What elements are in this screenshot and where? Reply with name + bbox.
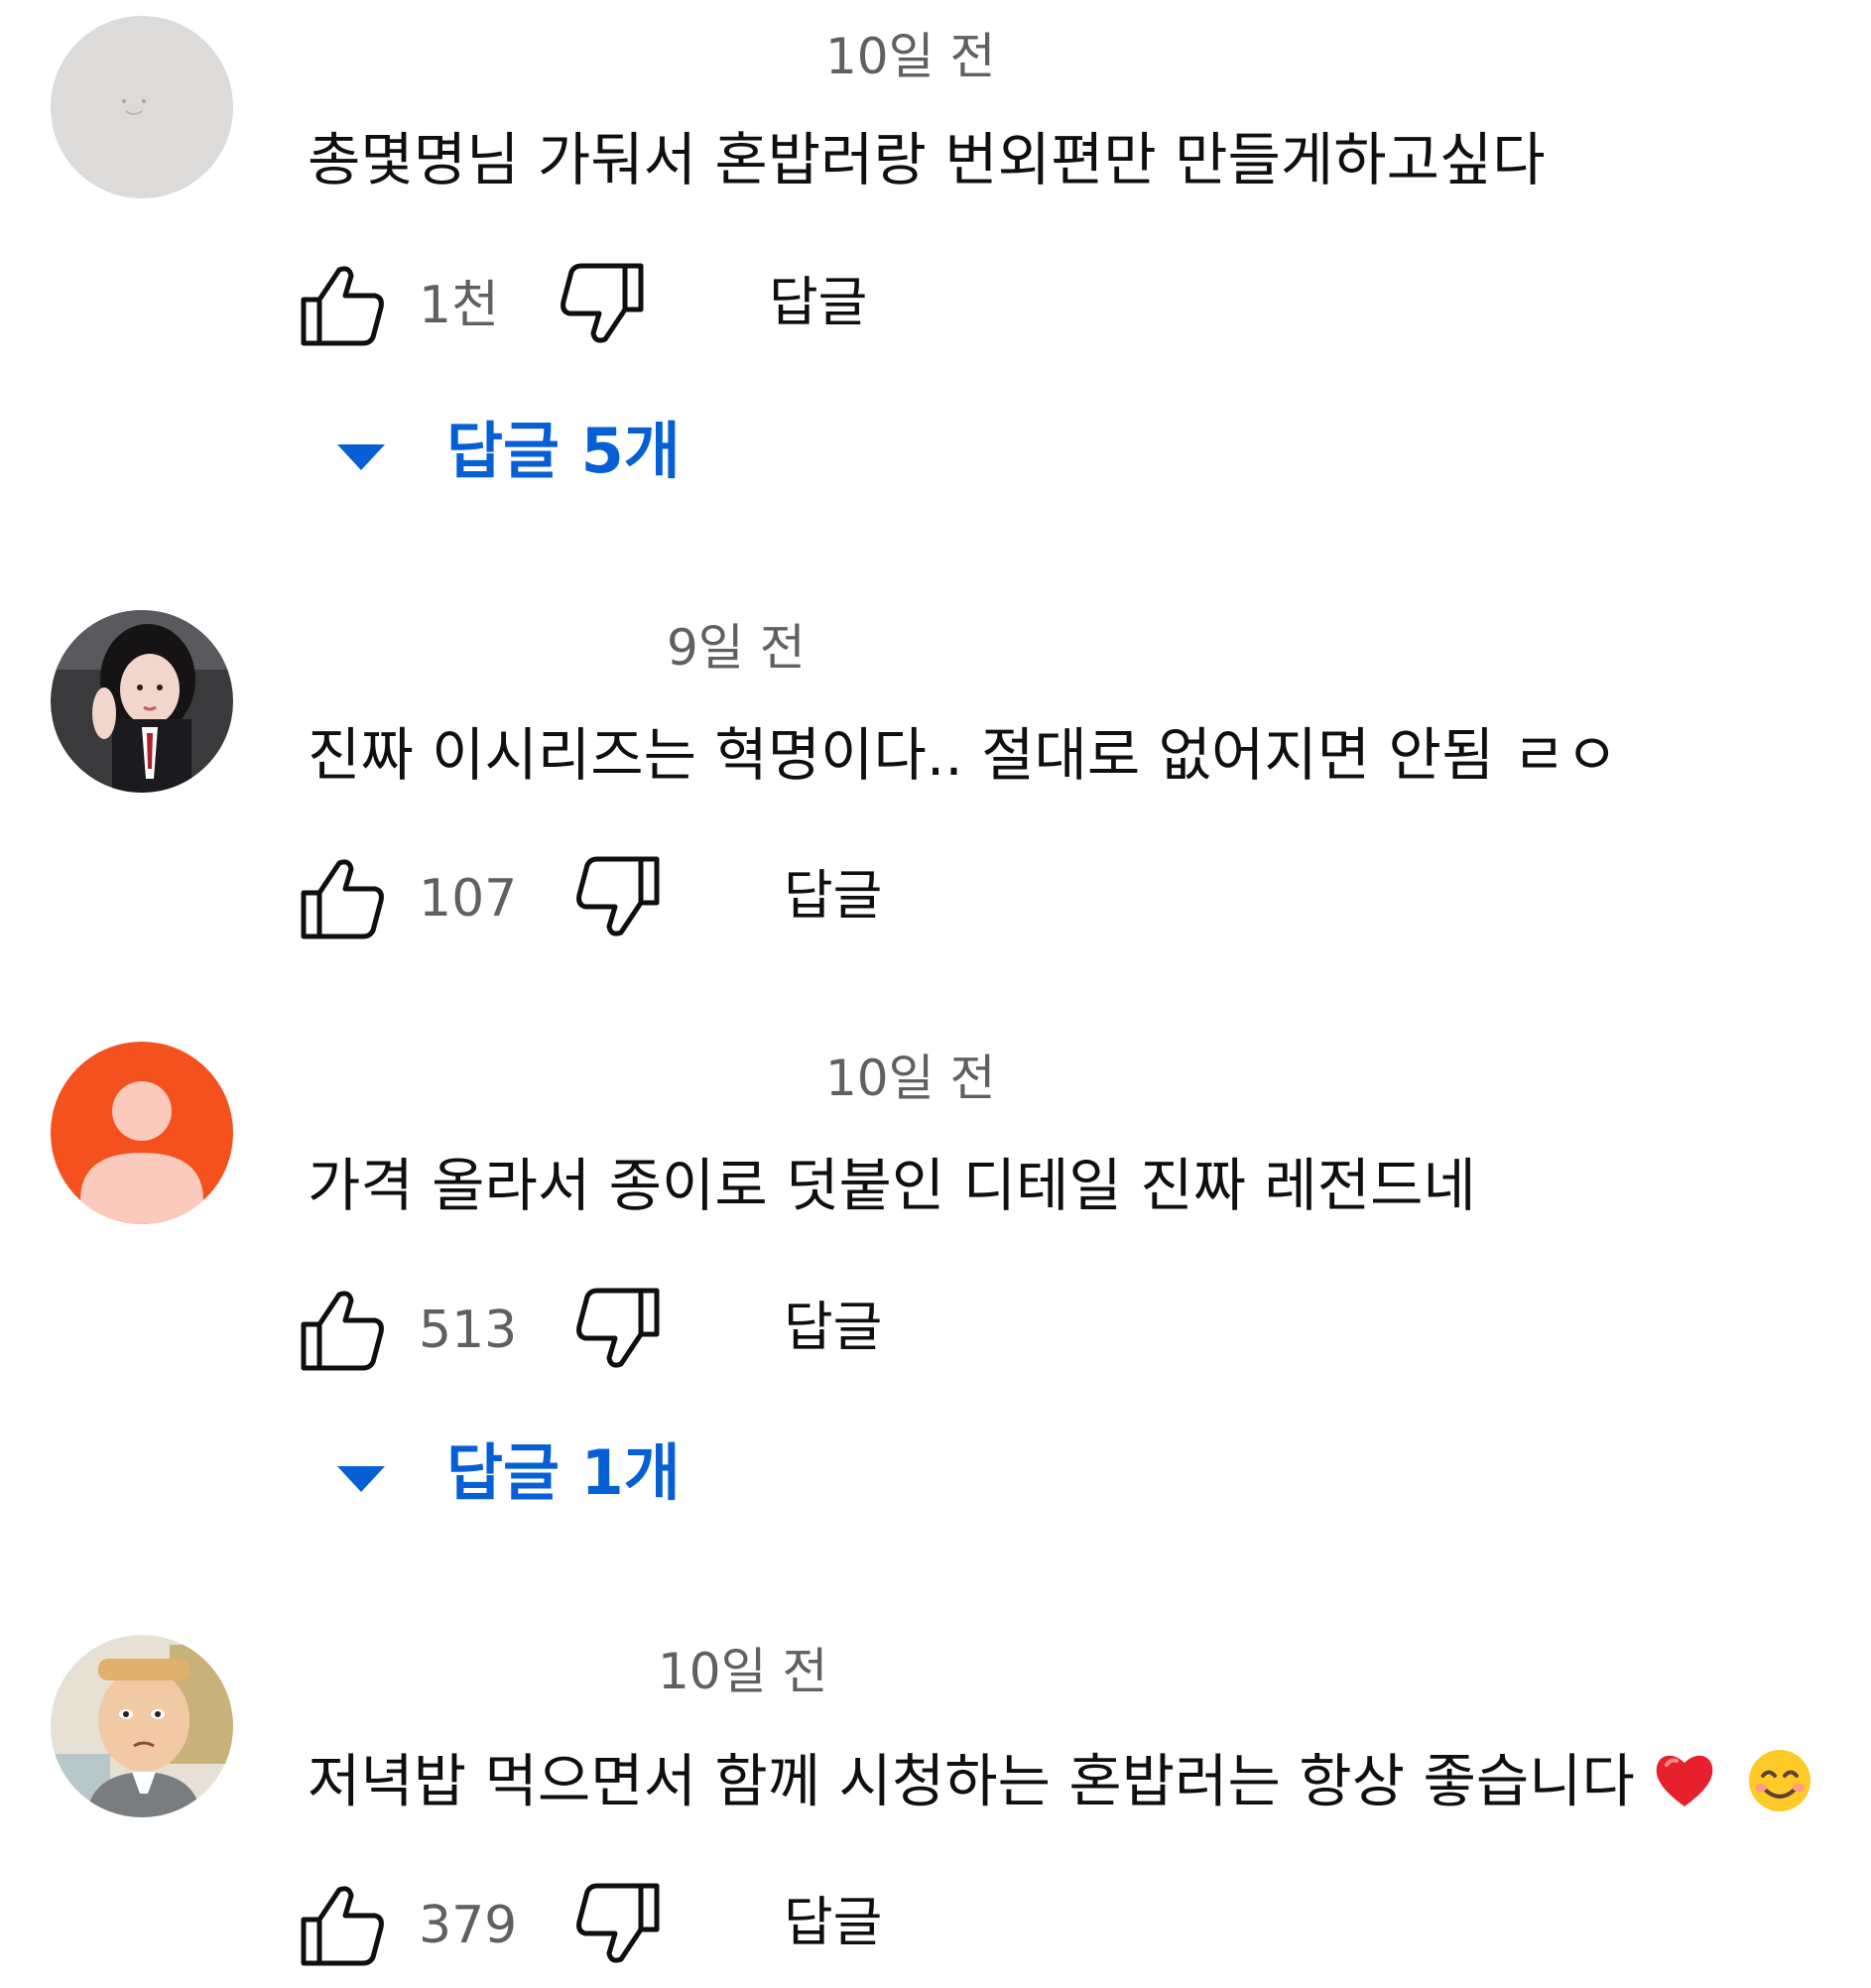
thumbs-up-icon xyxy=(301,859,384,939)
comment-actions: 379 답글 xyxy=(298,1880,992,1969)
comment-actions: 1천 답글 xyxy=(298,260,992,349)
caret-down-icon xyxy=(337,444,385,470)
comment-text: 가격 올라서 종이로 덧붙인 디테일 진짜 레전드네 xyxy=(308,1152,1476,1219)
smiling-face-emoji-icon xyxy=(1747,1748,1812,1822)
reply-button[interactable]: 답글 xyxy=(784,1301,882,1354)
comment-text: 진짜 이시리즈는 혁명이다.. 절대로 없어지면 안됨 ㄹㅇ xyxy=(308,721,1619,789)
comment-actions: 513 답글 xyxy=(298,1285,992,1374)
like-button[interactable] xyxy=(298,260,387,349)
avatar[interactable] xyxy=(51,1635,233,1817)
comment-text: 총몇명님 가둬서 혼밥러랑 번외편만 만들게하고싶다 xyxy=(308,126,1546,193)
thumbs-down-icon xyxy=(561,263,644,343)
comment-text: 저녁밥 먹으면서 함께 시청하는 혼밥러는 항상 좋습니다 xyxy=(308,1748,1812,1822)
thumbs-down-icon xyxy=(576,1883,660,1963)
like-count: 379 xyxy=(419,1896,518,1955)
dislike-button[interactable] xyxy=(558,260,647,349)
dislike-button[interactable] xyxy=(573,853,663,942)
like-button[interactable] xyxy=(298,853,387,942)
heart-emoji-icon xyxy=(1653,1751,1716,1819)
dislike-button[interactable] xyxy=(573,1285,663,1374)
comment-text-body: 저녁밥 먹으면서 함께 시청하는 혼밥러는 항상 좋습니다 xyxy=(308,1747,1635,1815)
like-button[interactable] xyxy=(298,1285,387,1374)
comment-timestamp: 10일 전 xyxy=(825,28,996,85)
like-count: 107 xyxy=(419,869,518,929)
view-replies-button[interactable]: 답글 5개 xyxy=(337,417,754,496)
gray-blob-avatar-icon xyxy=(51,16,233,198)
like-count: 513 xyxy=(419,1301,518,1360)
cartoon-avatar-icon xyxy=(51,1635,233,1817)
thumbs-up-icon xyxy=(301,1886,384,1966)
comment-timestamp: 10일 전 xyxy=(825,1050,996,1107)
like-count: 1천 xyxy=(419,276,499,335)
view-replies-button[interactable]: 답글 1개 xyxy=(337,1438,754,1518)
comment-actions: 107 답글 xyxy=(298,853,992,942)
avatar[interactable] xyxy=(51,610,233,793)
dislike-button[interactable] xyxy=(573,1880,663,1969)
avatar[interactable] xyxy=(51,1042,233,1224)
like-button[interactable] xyxy=(298,1880,387,1969)
photo-avatar-icon xyxy=(51,610,233,793)
comment-timestamp: 10일 전 xyxy=(658,1643,828,1700)
reply-button[interactable]: 답글 xyxy=(784,1896,882,1949)
reply-button[interactable]: 답글 xyxy=(769,276,867,329)
replies-count-label: 답글 1개 xyxy=(446,1436,681,1509)
reply-button[interactable]: 답글 xyxy=(784,869,882,923)
default-person-avatar-icon xyxy=(51,1042,233,1224)
comment-timestamp: 9일 전 xyxy=(667,619,806,677)
thumbs-down-icon xyxy=(576,856,660,936)
avatar[interactable] xyxy=(51,16,233,198)
replies-count-label: 답글 5개 xyxy=(446,415,681,487)
thumbs-up-icon xyxy=(301,266,384,346)
thumbs-up-icon xyxy=(301,1291,384,1371)
thumbs-down-icon xyxy=(576,1288,660,1368)
caret-down-icon xyxy=(337,1466,385,1492)
